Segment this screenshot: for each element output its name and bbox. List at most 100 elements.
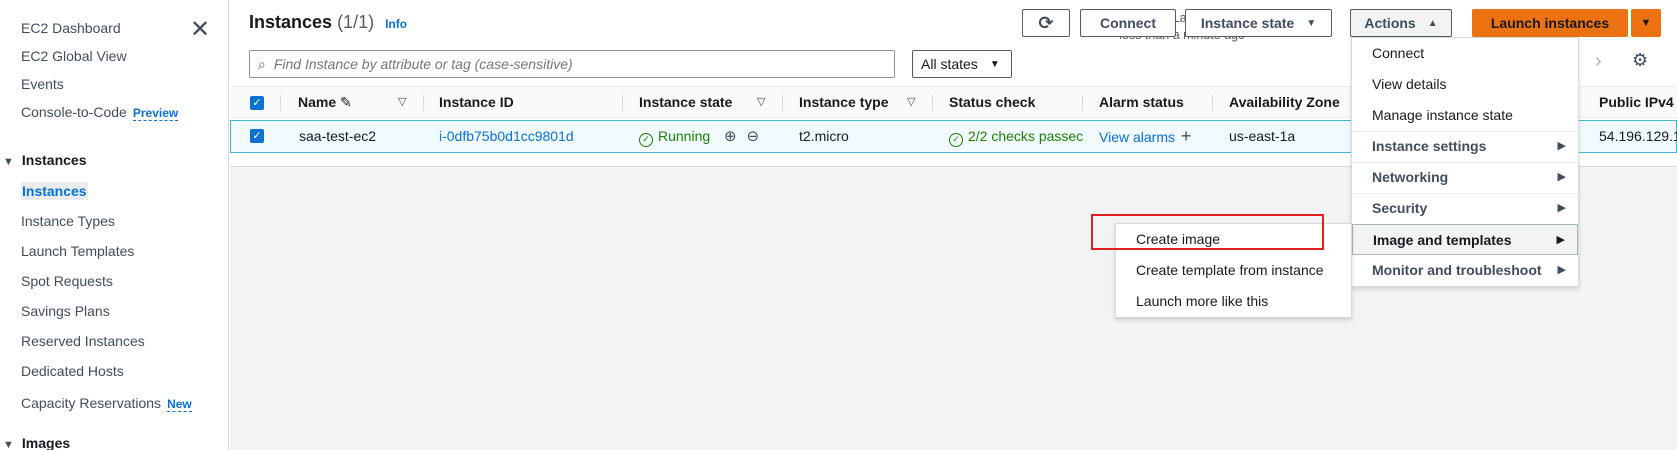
row-checkbox[interactable]: ✓ <box>250 129 264 143</box>
sidebar-item-spot-requests[interactable]: Spot Requests <box>21 273 113 289</box>
cell-public-ipv4: 54.196.129.1 <box>1599 128 1677 144</box>
states-filter-label: All states <box>921 56 978 72</box>
column-header-alarm-status[interactable]: Alarm status <box>1099 87 1184 119</box>
caret-right-icon: ▶ <box>1557 171 1566 183</box>
sidebar-item-instances[interactable]: Instances <box>21 182 88 200</box>
sidebar-section-instances[interactable]: ▼ Instances <box>3 152 86 168</box>
column-header-instance-state[interactable]: Instance state <box>639 87 732 119</box>
column-divider <box>1212 95 1213 111</box>
sort-icon[interactable]: ▽ <box>398 87 406 118</box>
menu-item-instance-settings[interactable]: Instance settings ▶ <box>1352 131 1578 162</box>
caret-right-icon: ▶ <box>1556 234 1565 246</box>
close-icon[interactable]: ✕ <box>188 18 212 43</box>
menu-item-label: Monitor and troubleshoot <box>1372 262 1542 278</box>
refresh-icon: ⟳ <box>1038 12 1054 33</box>
ec2-console: ✕ EC2 Dashboard EC2 Global View Events C… <box>0 0 1677 450</box>
menu-item-label: Image and templates <box>1373 232 1512 248</box>
cell-instance-type: t2.micro <box>799 128 849 144</box>
caret-down-icon: ▼ <box>1306 17 1317 29</box>
cell-instance-id[interactable]: i-0dfb75b0d1cc9801d <box>439 121 574 152</box>
column-divider <box>622 95 623 111</box>
menu-item-label: Security <box>1372 200 1428 216</box>
column-label: Name <box>298 94 337 110</box>
sidebar-section-images[interactable]: ▼ Images <box>3 435 70 450</box>
caret-up-icon: ▲ <box>1427 17 1438 29</box>
select-all-checkbox[interactable]: ✓ <box>250 96 264 110</box>
column-header-instance-type[interactable]: Instance type <box>799 87 888 119</box>
menu-item-create-template-from-instance[interactable]: Create template from instance <box>1116 255 1351 286</box>
sidebar-item-ec2-global-view[interactable]: EC2 Global View <box>21 48 127 64</box>
check-circle-icon: ✓ <box>639 133 653 147</box>
menu-item-security[interactable]: Security ▶ <box>1352 193 1578 224</box>
sidebar-item-launch-templates[interactable]: Launch Templates <box>21 243 134 259</box>
states-filter[interactable]: All states ▼ <box>912 50 1012 78</box>
launch-options-button[interactable]: ▼ <box>1631 9 1661 37</box>
caret-down-icon: ▼ <box>1640 17 1652 29</box>
caret-right-icon: ▶ <box>1557 264 1566 276</box>
cell-status-check: ✓ 2/2 checks passec <box>949 121 1083 152</box>
menu-item-image-and-templates[interactable]: Image and templates ▶ <box>1352 224 1578 255</box>
instance-state-button[interactable]: Instance state ▼ <box>1185 9 1332 37</box>
menu-item-manage-instance-state[interactable]: Manage instance state <box>1352 100 1578 131</box>
sort-icon[interactable]: ▽ <box>907 87 915 118</box>
check-circle-icon: ✓ <box>949 133 963 147</box>
selection-count: (1/1) <box>337 12 375 32</box>
button-label: Instance state <box>1200 15 1295 31</box>
sidebar-item-savings-plans[interactable]: Savings Plans <box>21 303 110 319</box>
sidebar: ✕ EC2 Dashboard EC2 Global View Events C… <box>0 0 229 450</box>
section-label: Images <box>21 435 71 450</box>
caret-right-icon: ▶ <box>1557 202 1566 214</box>
sidebar-item-events[interactable]: Events <box>21 76 64 92</box>
cell-name: saa-test-ec2 <box>299 128 377 144</box>
caret-down-icon: ▼ <box>989 58 1000 70</box>
sidebar-item-dedicated-hosts[interactable]: Dedicated Hosts <box>21 363 124 379</box>
menu-item-label: Instance settings <box>1372 138 1487 154</box>
plus-icon[interactable]: + <box>1181 126 1192 146</box>
title-text: Instances <box>249 12 333 32</box>
collapse-triangle-icon: ▼ <box>3 156 14 168</box>
edit-icon: ✎ <box>340 94 352 110</box>
zoom-out-icon[interactable]: ⊖ <box>747 128 760 145</box>
column-header-public-ipv4[interactable]: Public IPv4 <box>1599 87 1674 119</box>
column-header-status-check[interactable]: Status check <box>949 87 1035 119</box>
preview-badge: Preview <box>132 106 179 121</box>
column-divider <box>280 95 281 111</box>
zoom-in-icon[interactable]: ⊕ <box>724 128 737 145</box>
menu-item-view-details[interactable]: View details <box>1352 69 1578 100</box>
status-text: 2/2 checks passec <box>968 128 1084 144</box>
sidebar-item-console-to-code[interactable]: Console-to-Code Preview <box>21 104 179 121</box>
search-box[interactable]: ⌕ <box>249 50 895 78</box>
highlight-annotation <box>1091 214 1324 250</box>
actions-button[interactable]: Actions ▲ <box>1350 9 1452 37</box>
sidebar-item-ec2-dashboard[interactable]: EC2 Dashboard <box>21 20 121 36</box>
collapse-triangle-icon: ▼ <box>3 439 14 450</box>
column-header-availability-zone[interactable]: Availability Zone <box>1229 87 1340 119</box>
sort-icon[interactable]: ▽ <box>757 87 765 118</box>
column-header-name[interactable]: Name ✎ <box>298 87 352 119</box>
state-text: Running <box>658 128 711 144</box>
menu-item-networking[interactable]: Networking ▶ <box>1352 162 1578 193</box>
menu-item-label: Networking <box>1372 169 1449 185</box>
menu-item-monitor-and-troubleshoot[interactable]: Monitor and troubleshoot ▶ <box>1352 255 1578 286</box>
menu-item-launch-more-like-this[interactable]: Launch more like this <box>1116 286 1351 317</box>
column-divider <box>1082 95 1083 111</box>
cell-alarm-status[interactable]: View alarms + <box>1099 121 1191 153</box>
refresh-button[interactable]: ⟳ <box>1022 9 1070 37</box>
launch-instances-button[interactable]: Launch instances <box>1472 9 1628 37</box>
menu-item-connect[interactable]: Connect <box>1352 38 1578 69</box>
sidebar-item-label: Instances <box>21 182 88 200</box>
column-divider <box>423 95 424 111</box>
column-divider <box>782 95 783 111</box>
cell-availability-zone: us-east-1a <box>1229 128 1296 144</box>
sidebar-item-instance-types[interactable]: Instance Types <box>21 213 115 229</box>
connect-button[interactable]: Connect <box>1080 9 1176 37</box>
sidebar-item-reserved-instances[interactable]: Reserved Instances <box>21 333 145 349</box>
gear-icon[interactable]: ⚙ <box>1632 50 1648 71</box>
info-link[interactable]: Info <box>385 17 407 31</box>
search-input[interactable] <box>273 56 864 72</box>
column-header-instance-id[interactable]: Instance ID <box>439 87 514 119</box>
search-icon: ⌕ <box>258 55 266 72</box>
sidebar-item-capacity-reservations[interactable]: Capacity Reservations New <box>21 395 192 412</box>
view-alarms-link[interactable]: View alarms <box>1099 129 1175 145</box>
next-page-icon[interactable]: › <box>1595 50 1602 73</box>
